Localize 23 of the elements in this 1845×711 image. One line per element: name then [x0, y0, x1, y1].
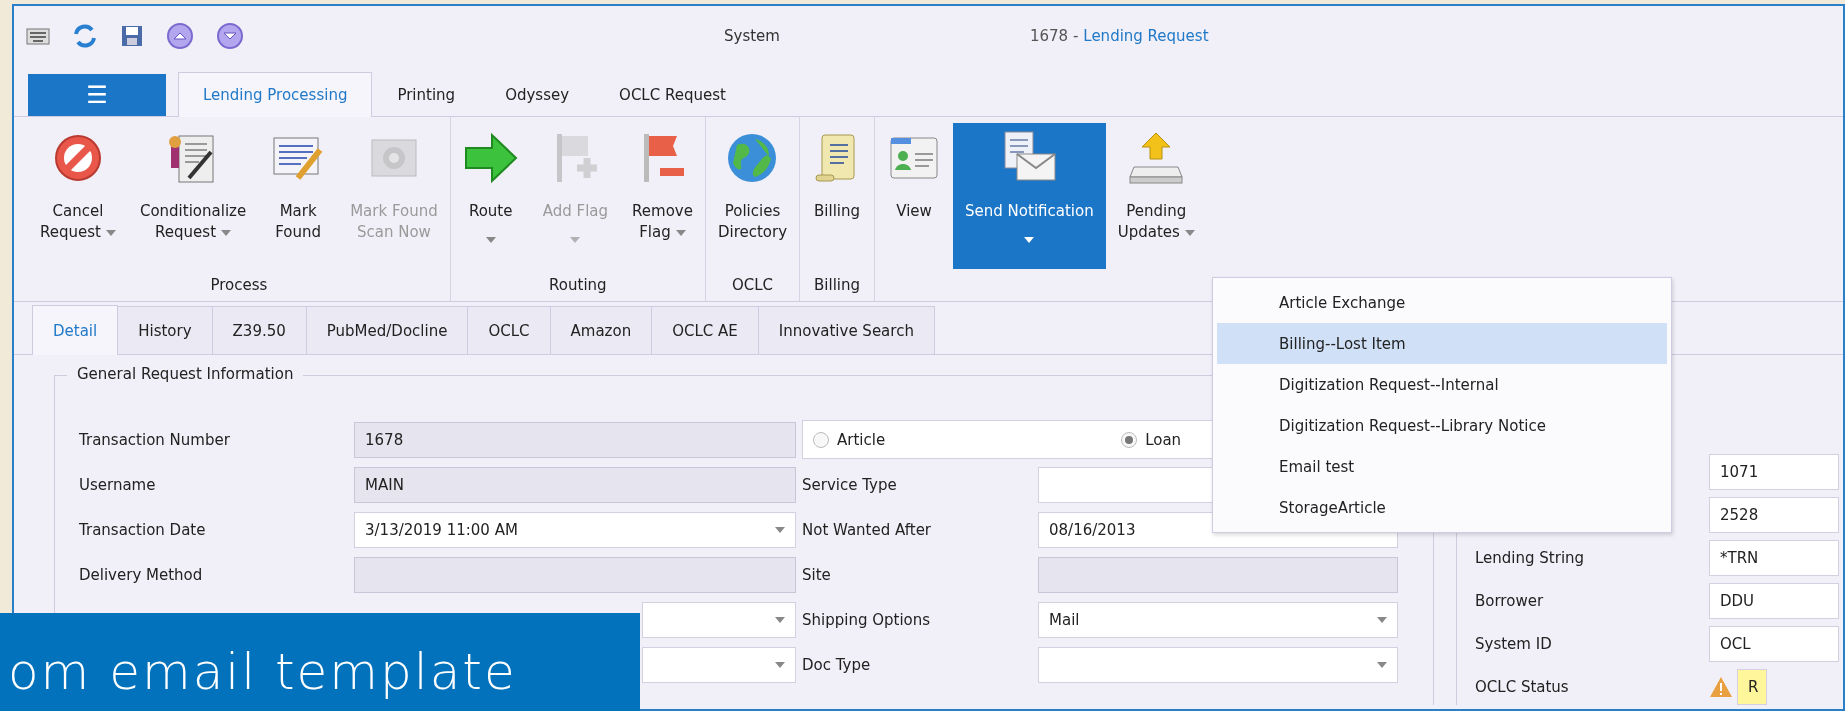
record-type: Lending Request	[1083, 27, 1209, 45]
record-number: 1678 -	[1029, 27, 1079, 45]
group-label: Billing	[813, 275, 862, 296]
field-label: Username	[79, 475, 157, 494]
field-label: Transaction Date	[79, 520, 207, 539]
field-label: Shipping Options	[802, 610, 932, 629]
group-title: General Request Information	[67, 365, 304, 383]
field-label: System ID	[1475, 634, 1553, 653]
window-title: System	[724, 27, 780, 45]
field-label: Borrower	[1475, 591, 1545, 610]
group-label: OCLC	[730, 275, 775, 296]
field-label: Doc Type	[802, 655, 872, 674]
status-value: R	[1737, 668, 1767, 705]
field-label: Lending String	[1475, 548, 1586, 567]
field-label: Transaction Number	[79, 430, 231, 449]
group-label: Routing	[548, 275, 608, 296]
field-label: Site	[802, 565, 832, 584]
group-label: Process	[209, 275, 269, 296]
field-label: Service Type	[802, 475, 898, 494]
field-label: Not Wanted After	[802, 520, 933, 539]
caption-banner: om email template	[0, 613, 640, 711]
field-label: OCLC Status	[1475, 677, 1570, 696]
field-label: Delivery Method	[79, 565, 204, 584]
